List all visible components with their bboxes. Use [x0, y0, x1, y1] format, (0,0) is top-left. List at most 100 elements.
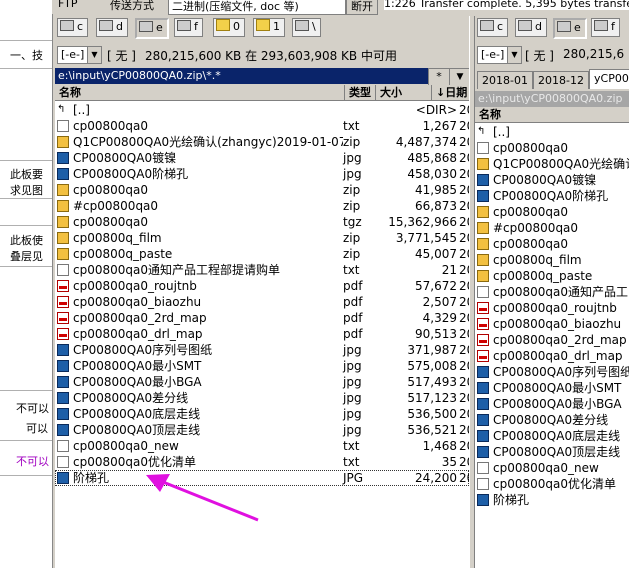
- file-row[interactable]: Q1CP00800QA0光绘确认: [475, 156, 629, 172]
- file-row[interactable]: cp00800qa0优化清单: [475, 476, 629, 492]
- column-header-name[interactable]: 名称: [475, 107, 629, 123]
- file-date: 2018/: [459, 279, 469, 293]
- file-type: zip: [343, 135, 361, 149]
- file-type: zip: [343, 183, 361, 197]
- drive-1-button[interactable]: 1: [253, 18, 285, 37]
- file-row[interactable]: cp00800qa0_2rd_map pdf 4,3292018/: [55, 310, 469, 326]
- right-drive-combo[interactable]: [-e-] ▼: [477, 46, 522, 64]
- file-row[interactable]: cp00800qa0_roujtnb pdf 57,6722018/: [55, 278, 469, 294]
- file-row[interactable]: cp00800q_paste zip 45,0072018/: [55, 246, 469, 262]
- network-drive-button[interactable]: \: [292, 18, 321, 37]
- file-row[interactable]: CP00800QA0最小SMT: [475, 380, 629, 396]
- file-row[interactable]: CP00800QA0镀镍: [475, 172, 629, 188]
- file-row[interactable]: CP00800QA0镀镍 jpg 485,8682018/: [55, 150, 469, 166]
- file-row[interactable]: cp00800qa0_roujtnb: [475, 300, 629, 316]
- file-date: 2018/: [459, 327, 469, 341]
- file-row[interactable]: CP00800QA0底层走线: [475, 428, 629, 444]
- file-name: CP00800QA0最小SMT: [493, 381, 622, 395]
- right-path-bar[interactable]: e:\input\yCP00800QA0.zip: [475, 91, 629, 107]
- file-row[interactable]: cp00800q_film: [475, 252, 629, 268]
- file-row[interactable]: CP00800QA0差分线 jpg 517,1232018/: [55, 390, 469, 406]
- pdf-file-icon: [57, 328, 69, 340]
- drive-e-button[interactable]: e: [553, 18, 587, 39]
- drive-c-button[interactable]: c: [57, 18, 89, 37]
- file-size: 35: [441, 455, 457, 469]
- file-row[interactable]: cp00800qa0优化清单 txt 352018/: [55, 454, 469, 470]
- file-row[interactable]: cp00800q_film zip 3,771,5452018/: [55, 230, 469, 246]
- pdf-file-icon: [57, 280, 69, 292]
- file-row[interactable]: cp00800qa0: [475, 204, 629, 220]
- file-row[interactable]: cp00800qa0_2rd_map: [475, 332, 629, 348]
- left-path-bar[interactable]: e:\input\yCP00800QA0.zip\*.*: [55, 68, 432, 84]
- text-file-icon: [57, 440, 69, 452]
- file-row[interactable]: cp00800q_paste: [475, 268, 629, 284]
- file-row[interactable]: ↰ [..] <DIR>2019/: [55, 102, 469, 118]
- file-row[interactable]: CP00800QA0阶梯孔 jpg 458,0302018/: [55, 166, 469, 182]
- file-date: 2017/: [459, 471, 469, 485]
- column-header-size[interactable]: 大小: [376, 85, 432, 101]
- file-row[interactable]: cp00800qa0通知产品工程部提请购单 txt 212018/: [55, 262, 469, 278]
- left-drive-combo[interactable]: [-e-] ▼: [57, 46, 102, 64]
- file-row[interactable]: CP00800QA0顶层走线 jpg 536,5212018/: [55, 422, 469, 438]
- file-row[interactable]: CP00800QA0最小BGA jpg 517,4932018/: [55, 374, 469, 390]
- file-row[interactable]: CP00800QA0序列号图纸: [475, 364, 629, 380]
- tab-yCP00[interactable]: yCP00: [589, 69, 629, 89]
- right-file-list[interactable]: 名称 ↰ [..] cp00800qa0 Q1CP00800QA0光绘确认 CP0080…: [475, 107, 629, 568]
- image-file-icon: [57, 424, 69, 436]
- file-type: jpg: [343, 423, 362, 437]
- file-row[interactable]: Q1CP00800QA0光绘确认(zhangyc)2019-01-07 zip 4,…: [55, 134, 469, 150]
- file-row[interactable]: cp00800qa0_drl_map: [475, 348, 629, 364]
- column-header-type[interactable]: 类型: [345, 85, 376, 101]
- column-header-name[interactable]: 名称: [55, 85, 345, 101]
- file-row[interactable]: 阶梯孔: [475, 492, 629, 508]
- file-row[interactable]: #cp00800qa0 zip 66,8732018/: [55, 198, 469, 214]
- drive-d-button[interactable]: d: [515, 18, 547, 37]
- drive-f-button[interactable]: f: [591, 18, 620, 37]
- image-file-icon: [57, 472, 69, 484]
- file-size: 517,493: [407, 375, 457, 389]
- drive-0-button[interactable]: 0: [213, 18, 245, 37]
- file-row[interactable]: CP00800QA0最小SMT jpg 575,0082018/: [55, 358, 469, 374]
- file-row[interactable]: cp00800qa0_biaozhu pdf 2,5072018/: [55, 294, 469, 310]
- drive-f-button[interactable]: f: [174, 18, 203, 37]
- file-row[interactable]: CP00800QA0底层走线 jpg 536,5002018/: [55, 406, 469, 422]
- file-row[interactable]: CP00800QA0最小BGA: [475, 396, 629, 412]
- file-row[interactable]: cp00800qa0 zip 41,9852018/: [55, 182, 469, 198]
- file-row[interactable]: cp00800qa0: [475, 236, 629, 252]
- file-name: cp00800qa0: [493, 205, 568, 219]
- file-row[interactable]: CP00800QA0顶层走线: [475, 444, 629, 460]
- file-row[interactable]: CP00800QA0差分线: [475, 412, 629, 428]
- path-history-button[interactable]: ▼: [449, 68, 471, 86]
- drive-icon: [594, 20, 608, 31]
- file-row[interactable]: cp00800qa0: [475, 140, 629, 156]
- tab-2018-12[interactable]: 2018-12: [533, 71, 589, 89]
- doc-line: 求见图: [10, 184, 43, 197]
- tab-2018-01[interactable]: 2018-01: [477, 71, 533, 89]
- file-row[interactable]: cp00800qa0_new: [475, 460, 629, 476]
- file-row[interactable]: cp00800qa0通知产品工: [475, 284, 629, 300]
- parent-folder-icon: ↰: [477, 126, 486, 137]
- file-row[interactable]: cp00800qa0_biaozhu: [475, 316, 629, 332]
- column-header-date[interactable]: ↓日期: [432, 85, 469, 101]
- file-row[interactable]: cp00800qa0 tgz 15,362,9662018/: [55, 214, 469, 230]
- file-row[interactable]: cp00800qa0_drl_map pdf 90,5132018/: [55, 326, 469, 342]
- drive-d-button[interactable]: d: [96, 18, 128, 37]
- right-info-bar: [-e-] ▼ [ 无 ] 280,215,6: [475, 45, 629, 65]
- transfer-mode-select[interactable]: 二进制(压缩文件, doc 等): [168, 0, 346, 15]
- file-row[interactable]: ↰ [..]: [475, 124, 629, 140]
- text-file-icon: [57, 264, 69, 276]
- disconnect-button[interactable]: 断开: [346, 0, 378, 15]
- file-row[interactable]: cp00800qa0_new txt 1,4682018/: [55, 438, 469, 454]
- file-row[interactable]: CP00800QA0序列号图纸 jpg 371,9872018/: [55, 342, 469, 358]
- background-document: 一、技 此板要 求见图 此板使 叠层见 不可以 可以 不可以: [0, 0, 53, 568]
- drive-c-button[interactable]: c: [477, 18, 509, 37]
- file-row[interactable]: CP00800QA0阶梯孔: [475, 188, 629, 204]
- file-size: 1,267: [422, 119, 457, 133]
- path-star-button[interactable]: *: [428, 68, 450, 86]
- image-file-icon: [477, 446, 489, 458]
- file-row[interactable]: #cp00800qa0: [475, 220, 629, 236]
- file-name: CP00800QA0序列号图纸: [493, 365, 629, 379]
- file-row[interactable]: cp00800qa0 txt 1,2672018/: [55, 118, 469, 134]
- file-size: <DIR>: [415, 103, 457, 117]
- drive-e-button[interactable]: e: [135, 18, 169, 39]
